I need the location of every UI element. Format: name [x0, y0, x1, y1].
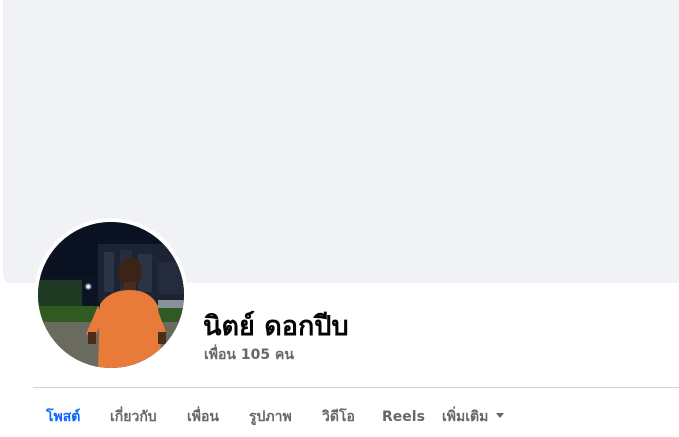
tab-posts[interactable]: โพสต์: [46, 398, 80, 437]
profile-name: นิตย์ ดอกปีบ: [203, 311, 349, 342]
tab-label: โพสต์: [46, 409, 81, 425]
tab-videos[interactable]: วิดีโอ: [322, 398, 355, 437]
profile-photo-image: [38, 222, 184, 368]
tab-label: เพิ่มเติม: [442, 409, 489, 425]
tab-label: Reels: [382, 409, 425, 425]
tab-more[interactable]: เพิ่มเติม: [442, 398, 505, 437]
tab-label: เพื่อน: [187, 409, 219, 425]
tab-about[interactable]: เกี่ยวกับ: [110, 398, 157, 437]
tab-photos[interactable]: รูปภาพ: [249, 398, 292, 437]
tab-label: รูปภาพ: [249, 409, 292, 425]
friends-count-link[interactable]: เพื่อน 105 คน: [204, 344, 294, 366]
profile-picture[interactable]: [34, 218, 188, 372]
profile-tabs: โพสต์ เกี่ยวกับ เพื่อน รูปภาพ วิดีโอ Ree…: [33, 398, 679, 437]
caret-down-icon: [496, 412, 505, 418]
tab-label: เกี่ยวกับ: [110, 409, 157, 425]
profile-divider: [33, 387, 679, 388]
tab-friends[interactable]: เพื่อน: [187, 398, 219, 437]
tab-reels[interactable]: Reels: [382, 398, 425, 437]
tab-label: วิดีโอ: [322, 409, 355, 425]
